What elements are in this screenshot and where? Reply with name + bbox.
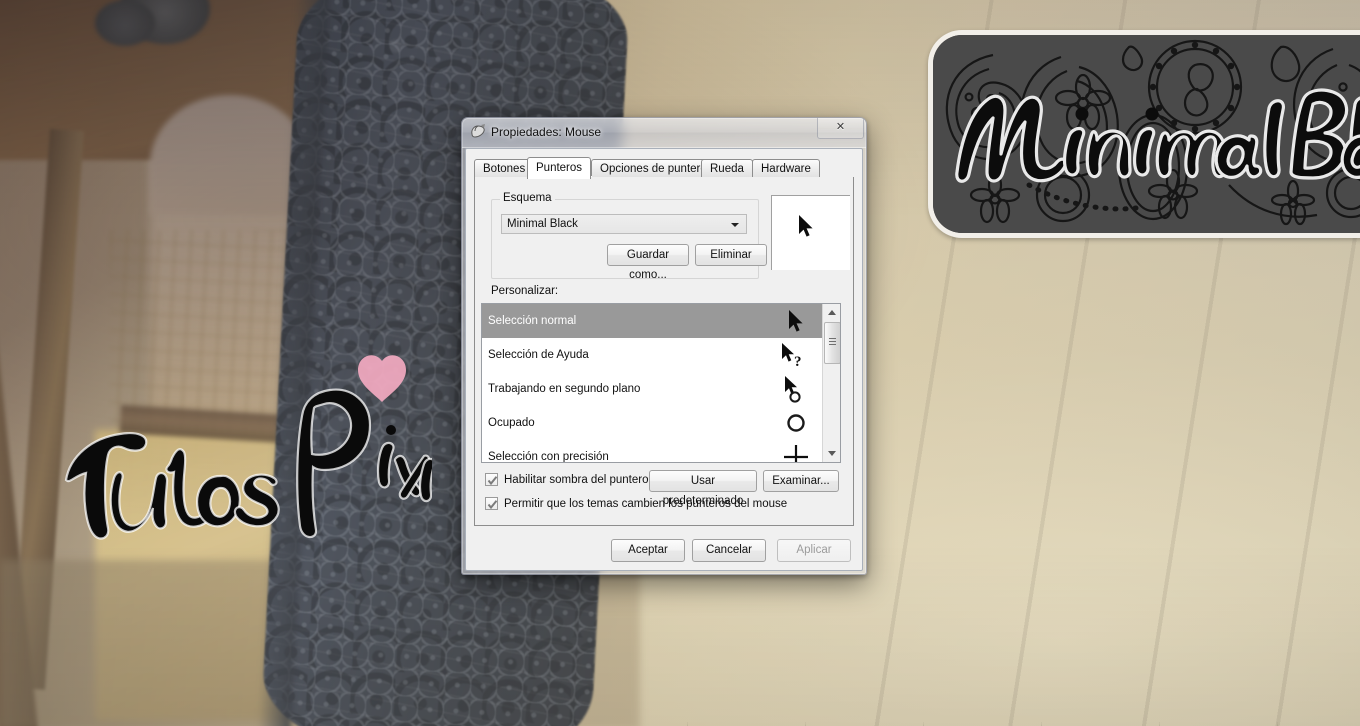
list-item[interactable]: Selección normal <box>482 304 840 338</box>
arrow-help-cursor-icon: ? <box>776 342 816 368</box>
cursor-list-scrollbar[interactable] <box>822 304 840 462</box>
arrow-cursor-icon <box>776 309 816 333</box>
arrow-working-cursor-icon <box>776 375 816 403</box>
checkbox-label: Permitir que los temas cambien los punte… <box>504 498 787 510</box>
delete-button[interactable]: Eliminar <box>695 244 767 266</box>
dialog-footer: Aceptar Cancelar Aplicar <box>466 538 854 562</box>
check-icon <box>487 475 498 486</box>
save-as-button[interactable]: Guardar como... <box>607 244 689 266</box>
screen: Propiedades: Mouse ✕ Botones Punteros Op… <box>0 0 1360 726</box>
scrollbar-thumb[interactable] <box>824 322 841 364</box>
tab-punteros[interactable]: Punteros <box>527 157 591 179</box>
list-item-label: Selección con precisión <box>488 451 776 463</box>
scroll-up-button[interactable] <box>823 304 840 321</box>
grip-icon <box>829 338 836 345</box>
mouse-icon <box>469 124 487 140</box>
close-button[interactable]: ✕ <box>817 117 864 139</box>
dialog-title: Propiedades: Mouse <box>491 125 601 139</box>
esquema-groupbox: Esquema Minimal Black Guardar como... El… <box>491 199 759 279</box>
mouse-properties-dialog[interactable]: Propiedades: Mouse ✕ Botones Punteros Op… <box>461 117 867 575</box>
scheme-combobox-value: Minimal Black <box>507 218 578 230</box>
scheme-combobox[interactable]: Minimal Black <box>501 214 747 234</box>
checkbox-label: Habilitar sombra del puntero <box>504 474 648 486</box>
svg-text:?: ? <box>794 354 802 368</box>
tabstrip: Botones Punteros Opciones de puntero Rue… <box>474 157 854 178</box>
banner-title <box>933 74 1360 194</box>
ok-button[interactable]: Aceptar <box>611 539 685 562</box>
busy-ring-cursor-icon <box>776 412 816 434</box>
use-default-button[interactable]: Usar predeterminado <box>649 470 757 492</box>
tabpage-punteros: Esquema Minimal Black Guardar como... El… <box>474 177 854 526</box>
browse-button[interactable]: Examinar... <box>763 470 839 492</box>
list-item[interactable]: Selección con precisión <box>482 440 840 463</box>
crosshair-cursor-icon <box>776 444 816 463</box>
cancel-button[interactable]: Cancelar <box>692 539 766 562</box>
list-item[interactable]: Trabajando en segundo plano <box>482 372 840 406</box>
close-icon: ✕ <box>836 122 845 133</box>
chevron-down-icon <box>731 223 739 227</box>
personalizar-label: Personalizar: <box>491 285 558 297</box>
cursor-list[interactable]: Selección normal Selección de Ayuda <box>481 303 841 463</box>
list-item-label: Ocupado <box>488 417 776 429</box>
dialog-client-area: Botones Punteros Opciones de puntero Rue… <box>465 148 863 571</box>
list-item[interactable]: Ocupado <box>482 406 840 440</box>
tab-botones[interactable]: Botones <box>474 159 534 177</box>
checkbox-habilitar-sombra[interactable]: Habilitar sombra del puntero <box>485 473 648 486</box>
dialog-titlebar[interactable]: Propiedades: Mouse ✕ <box>462 118 866 148</box>
list-item-label: Selección de Ayuda <box>488 349 776 361</box>
tab-rueda[interactable]: Rueda <box>701 159 753 177</box>
esquema-legend: Esquema <box>500 192 555 204</box>
cursor-preview-box <box>771 195 850 270</box>
checkbox-box[interactable] <box>485 473 498 486</box>
chevron-down-icon <box>828 451 836 456</box>
tab-hardware[interactable]: Hardware <box>752 159 820 177</box>
arrow-cursor-icon <box>798 214 815 238</box>
tab-opciones-de-puntero[interactable]: Opciones de puntero <box>591 159 716 177</box>
scroll-down-button[interactable] <box>823 445 840 462</box>
apply-button: Aplicar <box>777 539 851 562</box>
list-item[interactable]: Selección de Ayuda ? <box>482 338 840 372</box>
checkbox-box[interactable] <box>485 497 498 510</box>
list-item-label: Trabajando en segundo plano <box>488 383 776 395</box>
minimal-black-banner <box>928 30 1360 238</box>
check-icon <box>487 499 498 510</box>
list-item-label: Selección normal <box>488 315 776 327</box>
chevron-up-icon <box>828 310 836 315</box>
